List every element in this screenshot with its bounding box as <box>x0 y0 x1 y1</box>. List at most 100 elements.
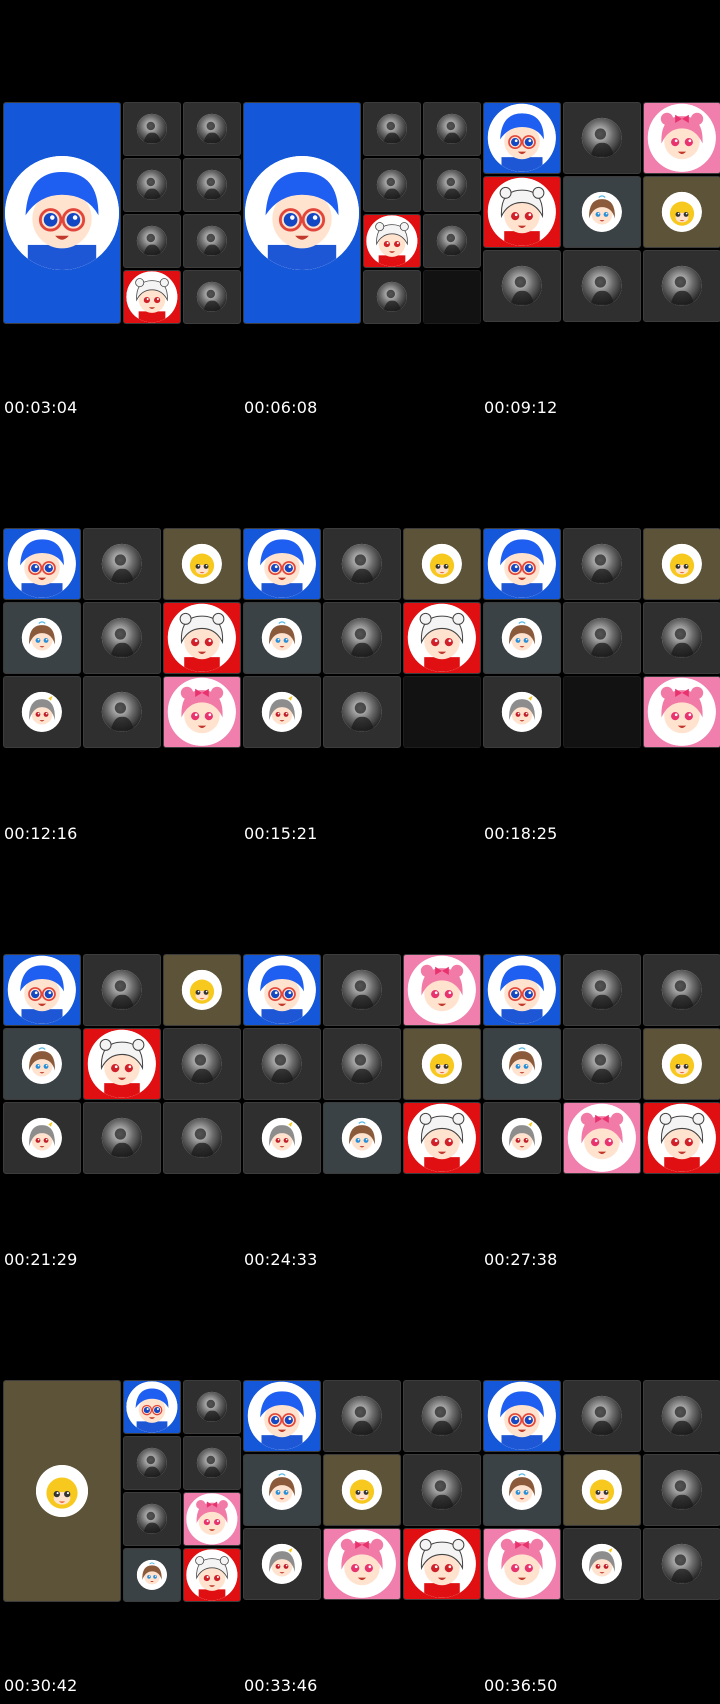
video-frame-3 <box>483 102 720 326</box>
participant-tile <box>403 602 481 674</box>
participant-tile <box>643 676 720 748</box>
participant-tile <box>363 158 421 212</box>
gray-hair-girl-avatar-icon <box>261 1117 303 1159</box>
empty-tile <box>563 676 641 748</box>
participant-tile <box>83 676 161 748</box>
yellow-duck-avatar-icon <box>581 1469 623 1511</box>
photo-profile-avatar-icon <box>581 543 623 585</box>
photo-profile-avatar-icon <box>581 265 623 307</box>
participant-tile <box>243 602 321 674</box>
blue-hair-boy-avatar-icon <box>247 955 317 1025</box>
participant-tile <box>643 954 720 1026</box>
participant-tile <box>563 250 641 322</box>
brown-hair-girl-avatar-icon <box>341 1117 383 1159</box>
photo-profile-avatar-icon <box>101 543 143 585</box>
participant-tile <box>163 528 241 600</box>
pink-hair-girl-avatar-icon <box>647 677 717 747</box>
brown-hair-girl-avatar-icon <box>501 617 543 659</box>
pink-hair-girl-avatar-icon <box>567 1103 637 1173</box>
participant-tile <box>643 1454 720 1526</box>
white-hair-girl-red-avatar-icon <box>487 177 557 247</box>
photo-profile-avatar-icon <box>436 169 468 201</box>
photo-profile-avatar-icon <box>136 1503 168 1535</box>
timestamp-label: 00:09:12 <box>484 398 558 417</box>
photo-profile-avatar-icon <box>436 225 468 257</box>
participant-tile <box>183 1492 241 1546</box>
participant-tile <box>3 102 121 324</box>
participant-tile <box>243 1028 321 1100</box>
yellow-duck-avatar-icon <box>661 543 703 585</box>
photo-profile-avatar-icon <box>196 281 228 313</box>
photo-profile-avatar-icon <box>341 617 383 659</box>
participant-tile <box>163 676 241 748</box>
photo-profile-avatar-icon <box>196 169 228 201</box>
gray-hair-girl-avatar-icon <box>21 691 63 733</box>
video-frame-8 <box>243 954 481 1178</box>
video-frame-5 <box>243 528 481 752</box>
participant-tile <box>3 676 81 748</box>
participant-tile <box>563 1454 641 1526</box>
participant-tile <box>483 1028 561 1100</box>
white-hair-girl-red-avatar-icon <box>407 603 477 673</box>
white-hair-girl-red-avatar-icon <box>407 1103 477 1173</box>
blue-hair-boy-avatar-icon <box>126 1381 178 1433</box>
brown-hair-girl-avatar-icon <box>21 1043 63 1085</box>
timestamp-label: 00:24:33 <box>244 1250 318 1269</box>
participant-tile <box>563 1102 641 1174</box>
participant-tile <box>3 528 81 600</box>
participant-tile <box>403 1028 481 1100</box>
brown-hair-girl-avatar-icon <box>136 1559 168 1591</box>
brown-hair-girl-avatar-icon <box>581 191 623 233</box>
timestamp-label: 00:18:25 <box>484 824 558 843</box>
participant-tile <box>3 1380 121 1602</box>
photo-profile-avatar-icon <box>196 1391 228 1423</box>
photo-profile-avatar-icon <box>581 117 623 159</box>
participant-tile <box>643 1528 720 1600</box>
participant-tile <box>123 158 181 212</box>
participant-tile <box>183 270 241 324</box>
photo-profile-avatar-icon <box>136 113 168 145</box>
participant-tile <box>163 602 241 674</box>
participant-tile <box>243 1380 321 1452</box>
photo-profile-avatar-icon <box>376 169 408 201</box>
gray-hair-girl-avatar-icon <box>261 691 303 733</box>
participant-tile <box>643 602 720 674</box>
participant-tile <box>123 102 181 156</box>
participant-tile <box>123 270 181 324</box>
photo-profile-avatar-icon <box>101 691 143 733</box>
participant-tile <box>643 1380 720 1452</box>
participant-tile <box>323 1380 401 1452</box>
yellow-duck-avatar-icon <box>181 543 223 585</box>
participant-tile <box>243 954 321 1026</box>
participant-tile <box>183 102 241 156</box>
participant-tile <box>183 158 241 212</box>
photo-profile-avatar-icon <box>136 169 168 201</box>
participant-tile <box>643 1102 720 1174</box>
participant-tile <box>123 1492 181 1546</box>
photo-profile-avatar-icon <box>376 281 408 313</box>
photo-profile-avatar-icon <box>136 1447 168 1479</box>
timestamp-label: 00:06:08 <box>244 398 318 417</box>
brown-hair-girl-avatar-icon <box>261 617 303 659</box>
photo-profile-avatar-icon <box>341 1043 383 1085</box>
empty-tile <box>423 270 481 324</box>
participant-tile <box>243 528 321 600</box>
participant-tile <box>563 1028 641 1100</box>
participant-tile <box>323 602 401 674</box>
photo-profile-avatar-icon <box>181 1043 223 1085</box>
participant-tile <box>323 528 401 600</box>
participant-tile <box>483 1528 561 1600</box>
photo-profile-avatar-icon <box>261 1043 303 1085</box>
participant-tile <box>163 954 241 1026</box>
photo-profile-avatar-icon <box>196 113 228 145</box>
white-hair-girl-red-avatar-icon <box>407 1529 477 1599</box>
pink-hair-girl-avatar-icon <box>327 1529 397 1599</box>
video-frame-9 <box>483 954 720 1178</box>
participant-tile <box>3 1028 81 1100</box>
yellow-duck-avatar-icon <box>421 1043 463 1085</box>
blue-hair-boy-avatar-icon <box>487 103 557 173</box>
participant-tile <box>563 176 641 248</box>
participant-tile <box>483 676 561 748</box>
participant-tile <box>643 528 720 600</box>
participant-tile <box>323 1454 401 1526</box>
